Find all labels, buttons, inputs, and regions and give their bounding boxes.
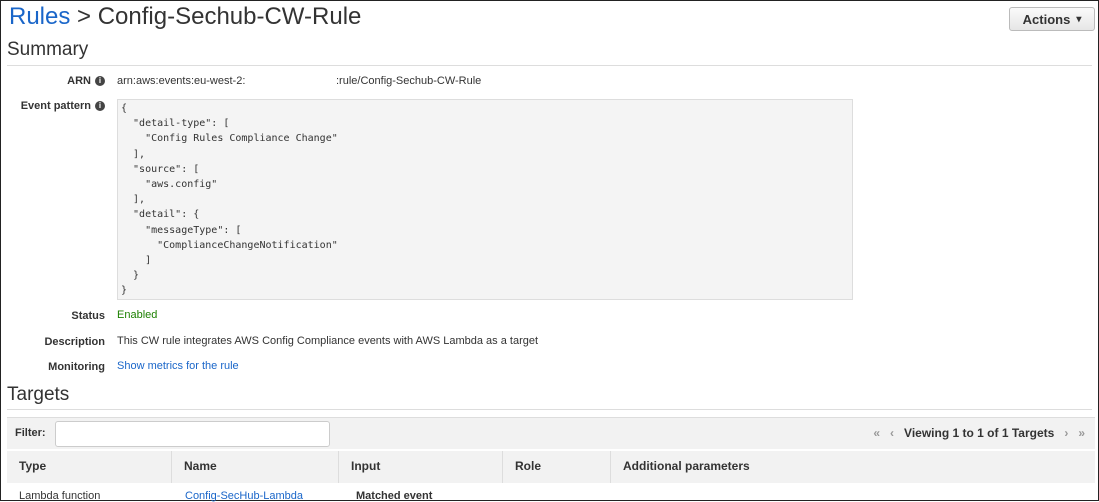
column-header-input[interactable]: Input (339, 451, 503, 483)
targets-heading: Targets (7, 384, 70, 405)
column-header-type[interactable]: Type (7, 451, 172, 483)
divider (7, 65, 1092, 66)
divider (7, 409, 1092, 410)
show-metrics-link[interactable]: Show metrics for the rule (117, 360, 239, 372)
rule-name: Config-Sechub-CW-Rule (97, 3, 362, 30)
status-value: Enabled (117, 309, 158, 321)
filter-bar: Filter: « ‹ Viewing 1 to 1 of 1 Targets ›… (7, 417, 1095, 449)
column-header-role[interactable]: Role (503, 451, 611, 483)
last-page-icon[interactable]: » (1078, 426, 1085, 440)
chevron-down-icon: ▾ (1076, 13, 1082, 25)
arn-label: ARN i (1, 75, 105, 87)
filter-input[interactable] (55, 421, 330, 447)
next-page-icon[interactable]: › (1064, 426, 1068, 440)
breadcrumb-rules-link[interactable]: Rules (9, 3, 70, 30)
event-pattern-label: Event pattern i (1, 100, 105, 112)
summary-heading: Summary (7, 39, 89, 60)
cell-name-link[interactable]: Config-SecHub-Lambda (185, 490, 303, 502)
page-title: Rules > Config-Sechub-CW-Rule (9, 3, 361, 31)
actions-button[interactable]: Actions ▾ (1009, 7, 1095, 31)
cell-input: Matched event (356, 490, 433, 502)
monitoring-label: Monitoring (48, 361, 105, 373)
targets-table-header: Type Name Input Role Additional paramete… (7, 451, 1095, 483)
info-icon[interactable]: i (95, 101, 105, 111)
filter-label: Filter: (15, 427, 46, 439)
cell-type: Lambda function (19, 490, 101, 502)
actions-label: Actions (1022, 11, 1071, 27)
arn-prefix: arn:aws:events:eu-west-2: (117, 75, 246, 87)
info-icon[interactable]: i (95, 76, 105, 86)
column-header-name[interactable]: Name (172, 451, 339, 483)
description-value: This CW rule integrates AWS Config Compl… (117, 335, 539, 347)
pager-text: Viewing 1 to 1 of 1 Targets (904, 426, 1055, 440)
breadcrumb-separator: > (70, 3, 98, 30)
status-label: Status (71, 310, 105, 322)
prev-page-icon[interactable]: ‹ (890, 426, 894, 440)
description-label: Description (44, 336, 105, 348)
arn-suffix: :rule/Config-Sechub-CW-Rule (336, 75, 482, 87)
column-header-additional-parameters[interactable]: Additional parameters (611, 451, 1095, 483)
first-page-icon[interactable]: « (873, 426, 880, 440)
event-pattern-code: { "detail-type": [ "Config Rules Complia… (117, 99, 853, 300)
